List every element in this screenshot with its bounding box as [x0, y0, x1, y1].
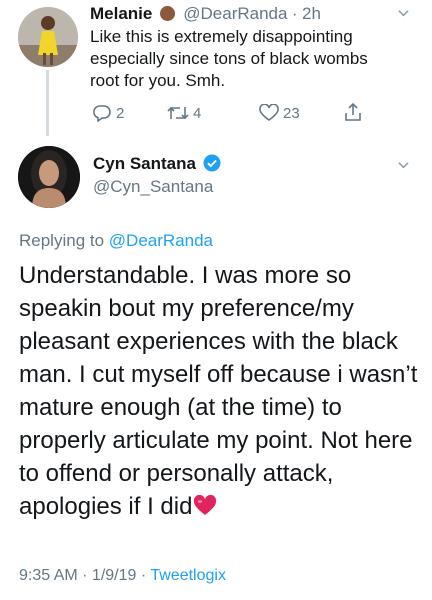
- avatar[interactable]: [18, 146, 80, 208]
- replying-to: Replying to @DearRanda: [19, 231, 213, 251]
- red-heart-emoji: [193, 493, 217, 526]
- tweet-text-line: to offend or personally attack,: [19, 460, 334, 487]
- tweet-text-line: root for you. Smh.: [90, 71, 226, 90]
- avatar[interactable]: [18, 7, 78, 67]
- tweet-header: Melanie @DearRanda · 2h: [90, 4, 321, 24]
- tweet-text-line: Understandable. I was more so: [19, 262, 352, 289]
- source-link[interactable]: Tweetlogix: [150, 567, 226, 584]
- display-name[interactable]: Cyn Santana: [93, 154, 196, 173]
- timestamp[interactable]: 9:35 AM · 1/9/19 ·: [19, 567, 150, 584]
- retweet-icon: [167, 106, 189, 120]
- tweet-header: Cyn Santana: [93, 154, 221, 177]
- chevron-down-icon[interactable]: [398, 158, 409, 176]
- reply-icon: [93, 105, 111, 122]
- share-icon: [345, 102, 361, 121]
- emoji-avatar-icon: [159, 6, 175, 21]
- tweet-text-line: properly articulate my point. Not here: [19, 427, 413, 454]
- tweet-text-line: Like this is extremely disappointing: [90, 27, 353, 46]
- avatar-image: [18, 146, 80, 208]
- tweet-text-line: speakin bout my preference/my: [19, 295, 354, 322]
- relative-time[interactable]: 2h: [302, 4, 321, 23]
- tweet-text-line: apologies if I did: [19, 493, 193, 520]
- tweet-meta: 9:35 AM · 1/9/19 · Tweetlogix: [19, 567, 226, 585]
- like-count: 23: [283, 104, 300, 122]
- tweet-text-line-last: apologies if I did: [19, 490, 429, 526]
- tweet-text-line: pleasant experiences with the black: [19, 328, 398, 355]
- chevron-down-icon[interactable]: [398, 6, 409, 24]
- mention-link[interactable]: @DearRanda: [109, 231, 213, 250]
- tweet-text-line: especially since tons of black wombs: [90, 49, 368, 68]
- avatar-image: [18, 7, 78, 67]
- heart-icon: [259, 104, 279, 121]
- tweet-text-line: man. I cut myself off because i wasn’t: [19, 361, 418, 388]
- retweet-button[interactable]: 4: [167, 104, 201, 122]
- user-handle[interactable]: @Cyn_Santana: [93, 177, 213, 197]
- separator-dot: ·: [291, 4, 298, 23]
- thread-connector: [46, 70, 49, 136]
- replying-prefix: Replying to: [19, 231, 109, 250]
- tweet-text-line: mature enough (at the time) to: [19, 394, 342, 421]
- share-button[interactable]: [343, 102, 363, 122]
- reply-button[interactable]: 2: [92, 104, 124, 122]
- reply-count: 2: [116, 104, 125, 122]
- user-handle[interactable]: @DearRanda: [183, 4, 287, 23]
- like-button[interactable]: 23: [259, 104, 300, 122]
- display-name[interactable]: Melanie: [90, 4, 152, 23]
- retweet-count: 4: [193, 104, 202, 122]
- tweet-text: Understandable. I was more so speakin bo…: [19, 259, 429, 526]
- tweet-text: Like this is extremely disappointing esp…: [90, 26, 368, 92]
- verified-badge-icon: [203, 154, 221, 177]
